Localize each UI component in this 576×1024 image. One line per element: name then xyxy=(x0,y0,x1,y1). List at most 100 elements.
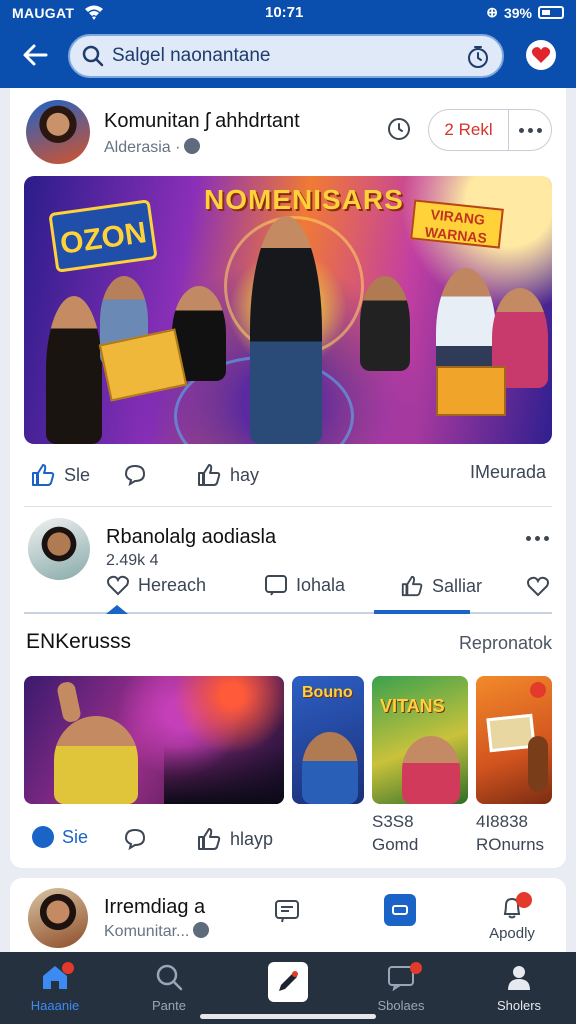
create-post-button[interactable] xyxy=(268,962,308,1002)
timer-icon[interactable] xyxy=(466,45,490,69)
details-link[interactable]: IMeurada xyxy=(470,462,546,483)
nav-home[interactable]: Haaanie xyxy=(10,962,100,1013)
raised-hand xyxy=(56,680,82,724)
globe-icon xyxy=(184,138,201,154)
tab-reactions-label: Hereach xyxy=(138,574,207,595)
details-label: IMeurada xyxy=(469,462,546,482)
hero-headline: NOMENISARS xyxy=(204,184,404,215)
share-label: hlayp xyxy=(230,828,274,849)
status-bar: MAUGAT 10:71 ⊕ 39% xyxy=(0,0,576,26)
notification-badge xyxy=(62,962,74,974)
avatar[interactable] xyxy=(26,100,90,164)
history-button[interactable] xyxy=(384,114,414,144)
section-title: ENKerusss xyxy=(26,630,132,653)
comment-button[interactable] xyxy=(122,462,148,488)
post-author[interactable]: Rbanolalg aodiasla xyxy=(106,526,276,549)
battery-icon xyxy=(538,6,564,19)
post-subtitle: Alderasia · xyxy=(104,138,201,157)
more-options-button[interactable] xyxy=(509,110,551,150)
back-button[interactable] xyxy=(20,40,50,70)
figure xyxy=(302,732,358,804)
figure xyxy=(54,716,138,804)
follow-pill: 2 Rekl xyxy=(428,109,552,151)
post-image[interactable]: NOMENISARS OZON VIRANG WARNAS xyxy=(24,176,552,444)
alarm-icon: ⊕ xyxy=(486,4,498,20)
hero-banner-left: OZON xyxy=(48,199,158,273)
app-header: MAUGAT 10:71 ⊕ 39% Salgel naonantane xyxy=(0,0,576,88)
battery-percent: 39% xyxy=(503,4,532,21)
nav-search[interactable]: Pante xyxy=(124,962,214,1013)
pen-icon xyxy=(279,971,298,991)
media-tile[interactable]: Bouno xyxy=(292,676,364,804)
figure xyxy=(360,276,410,371)
media-tile[interactable]: VITANS xyxy=(372,676,468,804)
share-button[interactable]: hlayp xyxy=(196,826,273,852)
message-button[interactable] xyxy=(272,896,302,926)
like-label: Sle xyxy=(64,464,91,485)
like-label: Sie xyxy=(62,826,89,847)
search-bar[interactable]: Salgel naonantane xyxy=(68,34,504,78)
app-tile-icon xyxy=(392,905,408,915)
search-icon xyxy=(82,45,104,67)
stat-label: ROnurns xyxy=(476,835,545,854)
section-actions: Sie hlayp xyxy=(24,822,552,858)
clock: 10:71 xyxy=(265,4,304,21)
app-button[interactable] xyxy=(384,894,416,926)
nav-profile[interactable]: Sholers xyxy=(474,962,564,1013)
search-icon xyxy=(156,964,183,991)
hero-banner-right: VIRANG WARNAS xyxy=(410,199,504,249)
stat-label: Gomd xyxy=(372,835,419,854)
media-tile[interactable] xyxy=(476,676,552,804)
messenger-icon xyxy=(32,826,54,848)
thumbs-up-icon xyxy=(198,828,221,850)
section-more-link[interactable]: Repronatok xyxy=(459,633,552,654)
verified-icon xyxy=(193,922,210,938)
apply-button[interactable]: Apodly xyxy=(482,888,542,948)
more-dots-icon xyxy=(518,127,542,133)
follow-button[interactable]: 2 Rekl xyxy=(429,110,509,150)
tab-reactions[interactable]: Hereach xyxy=(106,574,206,596)
post-author[interactable]: Komunitan ʃ ahhdrtant xyxy=(104,110,300,133)
nav-messages[interactable]: Sbolaes xyxy=(356,962,446,1013)
heart-badge-icon xyxy=(530,682,546,698)
figure xyxy=(46,296,102,444)
post-subtitle: Komunitar... xyxy=(104,922,210,941)
divider xyxy=(24,506,552,507)
nav-profile-label: Sholers xyxy=(496,998,542,1013)
post-subtitle-text: Alderasia · xyxy=(104,139,181,156)
arrow-left-icon xyxy=(23,44,48,66)
media-tile[interactable] xyxy=(24,676,284,804)
stat-block: S3S8 Gomd xyxy=(372,810,418,856)
stat-block: 4I8838 ROnurns xyxy=(476,810,544,856)
nav-messages-label: Sbolaes xyxy=(377,998,425,1013)
favorite-button[interactable] xyxy=(524,572,552,600)
nav-search-label: Pante xyxy=(152,998,186,1013)
more-options-button[interactable] xyxy=(522,528,552,548)
clock-icon xyxy=(388,118,410,140)
tab-comments[interactable]: Iohala xyxy=(264,574,345,596)
gift-box xyxy=(436,366,506,416)
avatar[interactable] xyxy=(28,518,90,580)
comment-button[interactable] xyxy=(122,826,148,852)
notification-badge xyxy=(410,962,422,974)
more-dots-icon xyxy=(525,535,549,541)
post-subtitle-text: Komunitar... xyxy=(104,923,190,940)
like-button[interactable]: Sie xyxy=(32,826,88,848)
message-icon xyxy=(275,900,299,923)
post-author[interactable]: Irremdiag a xyxy=(104,896,205,919)
carrier-label: MAUGAT xyxy=(12,5,75,21)
tab-saves[interactable]: Salliar xyxy=(400,574,482,598)
search-input[interactable]: Salgel naonantane xyxy=(112,45,270,67)
avatar[interactable] xyxy=(28,888,88,948)
tabs-underline xyxy=(24,612,552,614)
favorites-button[interactable] xyxy=(526,40,556,70)
tab-comments-label: Iohala xyxy=(296,574,346,595)
share-button[interactable]: hay xyxy=(196,462,259,488)
stat-value: S3S8 xyxy=(372,812,414,831)
status-right: ⊕ 39% xyxy=(486,4,564,21)
figure xyxy=(250,216,322,444)
like-button[interactable]: Sle xyxy=(30,462,90,488)
active-tab-indicator xyxy=(374,610,470,614)
heart-icon xyxy=(531,47,551,63)
heart-outline-icon xyxy=(107,575,129,596)
